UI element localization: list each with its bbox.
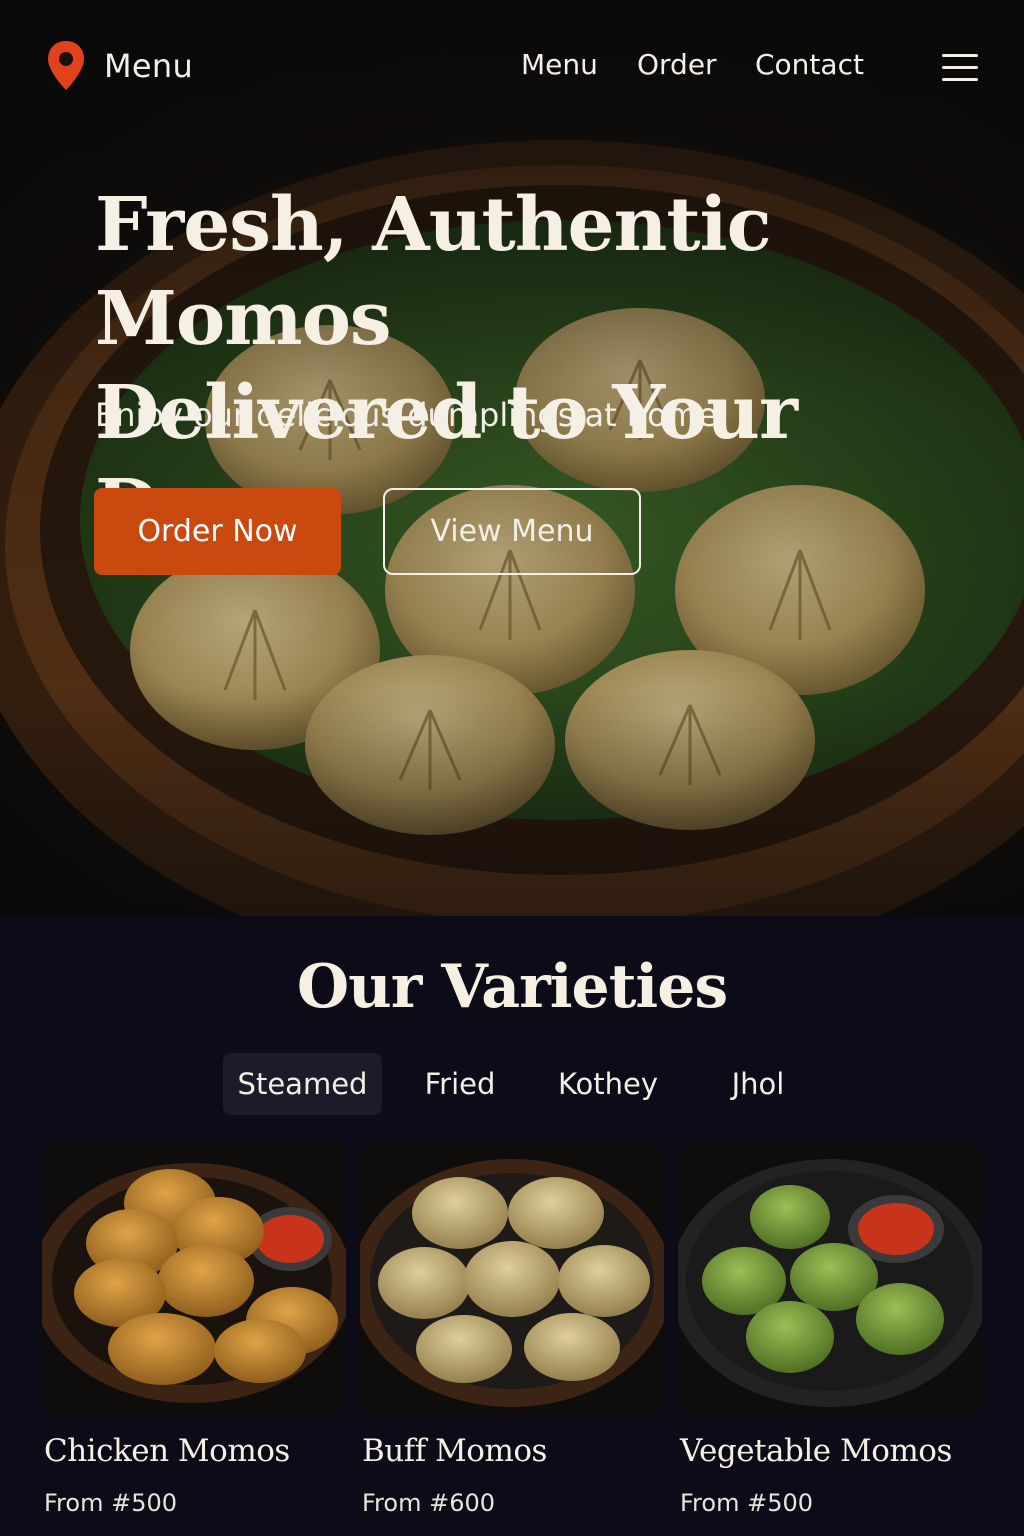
map-pin-icon — [48, 41, 84, 90]
nav-link-menu[interactable]: Menu — [521, 48, 598, 81]
menu-card-vegetable-momos[interactable]: Vegetable Momos From #500 — [678, 1143, 982, 1517]
view-menu-button[interactable]: View Menu — [383, 488, 641, 575]
tab-steamed[interactable]: Steamed — [223, 1053, 382, 1115]
buff-momos-image — [360, 1143, 664, 1415]
menu-card-buff-momos[interactable]: Buff Momos From #600 — [360, 1143, 664, 1517]
brand-label: Menu — [104, 47, 194, 85]
card-price: From #500 — [44, 1489, 178, 1517]
variety-tabs: Steamed Fried Kothey Jhol — [0, 1053, 1024, 1115]
varieties-section: Our Varieties Steamed Fried Kothey Jhol — [0, 916, 1024, 1536]
order-now-button[interactable]: Order Now — [94, 488, 341, 575]
card-price: From #600 — [362, 1489, 496, 1517]
top-navigation: Menu Menu Order Contact — [0, 0, 1024, 130]
section-title: Our Varieties — [296, 952, 728, 1022]
tab-jhol[interactable]: Jhol — [705, 1053, 811, 1115]
menu-card-chicken-momos[interactable]: Chicken Momos From #500 — [42, 1143, 346, 1517]
card-title: Vegetable Momos — [680, 1433, 952, 1469]
card-title: Chicken Momos — [44, 1433, 290, 1469]
hero-section: Menu Menu Order Contact Fresh, Authentic… — [0, 0, 1024, 916]
tab-kothey[interactable]: Kothey — [545, 1053, 671, 1115]
chicken-momos-image — [42, 1143, 346, 1415]
nav-link-contact[interactable]: Contact — [755, 48, 864, 81]
hero-title-line-1: Fresh, Authentic Momos — [95, 182, 772, 362]
nav-link-order[interactable]: Order — [637, 48, 717, 81]
hamburger-menu-icon[interactable] — [942, 54, 978, 82]
hero-subtitle: Enjoy our delicious dumplings at home — [95, 396, 718, 434]
card-title: Buff Momos — [362, 1433, 547, 1469]
brand[interactable]: Menu — [46, 40, 193, 92]
vegetable-momos-image — [678, 1143, 982, 1415]
tab-fried[interactable]: Fried — [405, 1053, 515, 1115]
card-price: From #500 — [680, 1489, 814, 1517]
